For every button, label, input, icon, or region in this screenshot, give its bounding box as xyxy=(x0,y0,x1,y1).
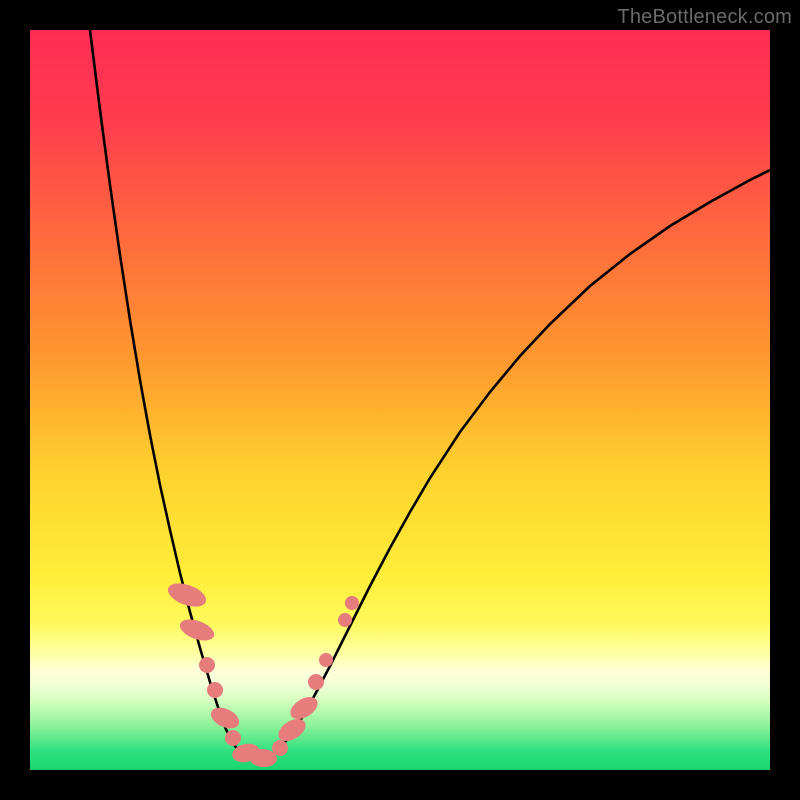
chart-curve-layer xyxy=(30,30,770,770)
data-marker xyxy=(287,692,322,723)
chart-frame xyxy=(30,30,770,770)
data-marker xyxy=(225,730,241,746)
data-marker xyxy=(345,596,359,610)
data-marker xyxy=(338,613,352,627)
watermark-text: TheBottleneck.com xyxy=(617,6,792,29)
data-marker xyxy=(199,657,215,673)
data-markers xyxy=(165,579,359,768)
bottleneck-curve xyxy=(90,30,770,759)
data-marker xyxy=(165,579,209,611)
data-marker xyxy=(207,682,223,698)
data-marker xyxy=(319,653,333,667)
data-marker xyxy=(272,740,288,756)
data-marker xyxy=(308,674,324,690)
